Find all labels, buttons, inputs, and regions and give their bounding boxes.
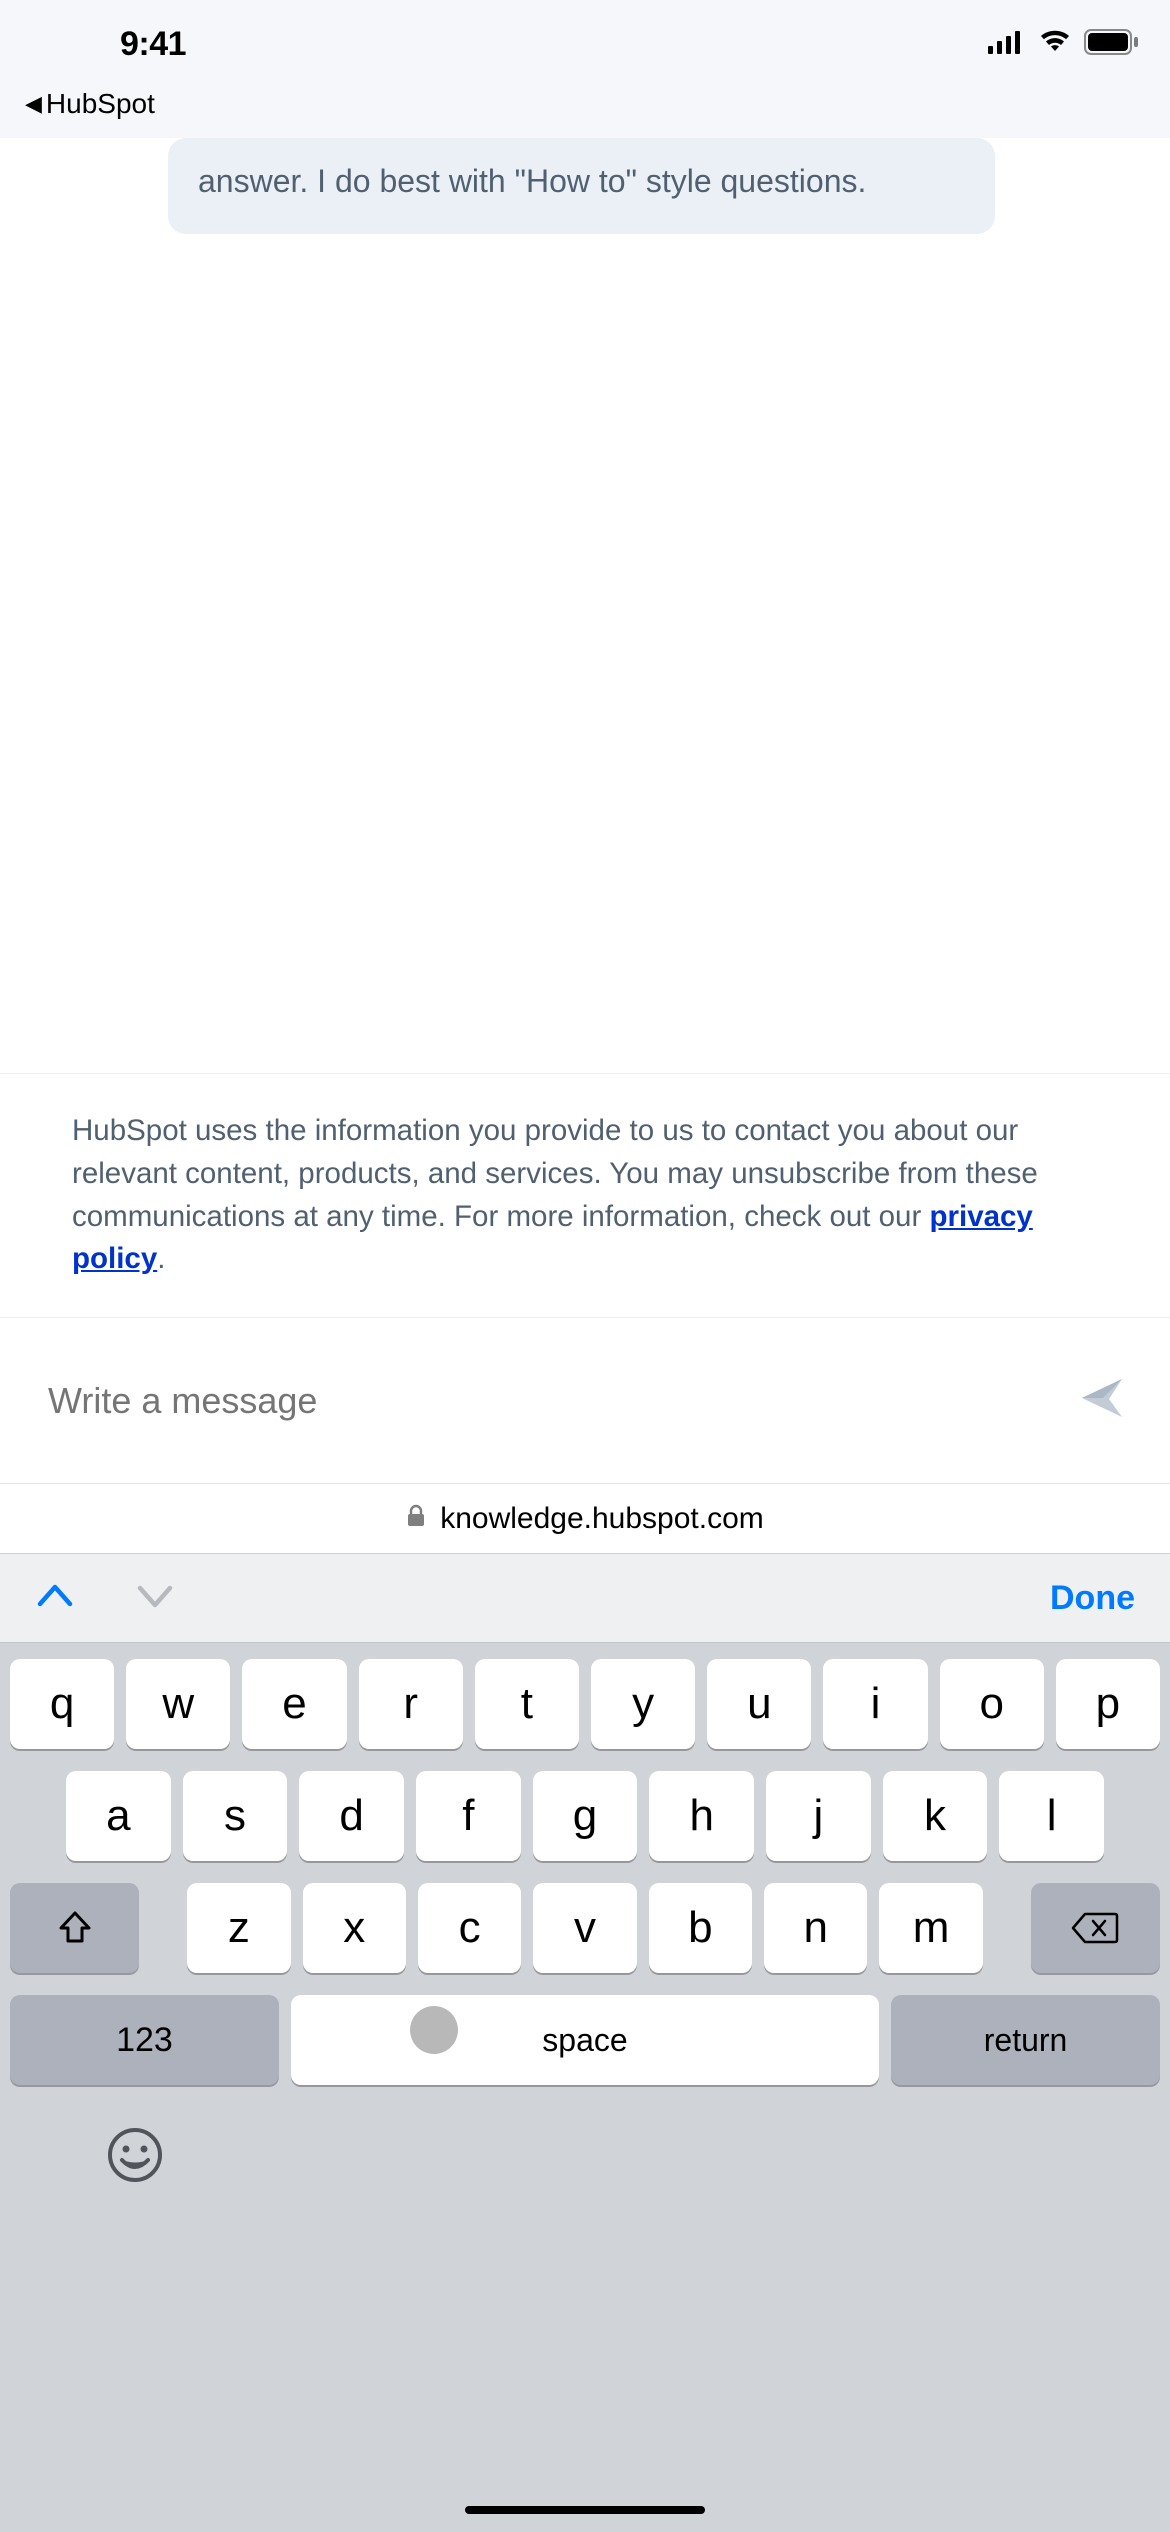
battery-icon [1084,29,1140,60]
disclosure-before: HubSpot uses the information you provide… [72,1114,1038,1233]
keyboard-row-4: 123 space return [10,1995,1160,2085]
keyboard-row-1: q w e r t y u i o p [10,1659,1160,1749]
key-return[interactable]: return [891,1995,1160,2085]
key-w[interactable]: w [126,1659,230,1749]
key-space[interactable]: space [291,1995,879,2085]
key-backspace[interactable] [1031,1883,1160,1973]
cellular-icon [988,30,1026,59]
back-to-app[interactable]: ◀ HubSpot [25,88,155,120]
key-q[interactable]: q [10,1659,114,1749]
key-f[interactable]: f [416,1771,521,1861]
key-k[interactable]: k [883,1771,988,1861]
key-t[interactable]: t [475,1659,579,1749]
status-bar: 9:41 [0,0,1170,88]
status-indicators [988,29,1140,60]
key-p[interactable]: p [1056,1659,1160,1749]
key-h[interactable]: h [649,1771,754,1861]
wifi-icon [1038,30,1072,59]
disclosure-text: HubSpot uses the information you provide… [0,1073,1170,1318]
keyboard-bottom-row [10,2107,1160,2257]
field-nav [35,1582,175,1615]
key-g[interactable]: g [533,1771,638,1861]
next-field-button[interactable] [135,1582,175,1615]
emoji-button[interactable] [105,2125,165,2185]
key-r[interactable]: r [359,1659,463,1749]
keyboard-row-2: a s d f g h j k l [10,1771,1160,1861]
composer [0,1318,1170,1483]
address-bar[interactable]: knowledge.hubspot.com [0,1483,1170,1553]
bot-message-bubble: answer. I do best with "How to" style qu… [168,138,995,234]
key-e[interactable]: e [242,1659,346,1749]
disclosure-after: . [157,1242,165,1275]
key-v[interactable]: v [533,1883,636,1973]
key-a[interactable]: a [66,1771,171,1861]
key-x[interactable]: x [303,1883,406,1973]
bot-message-text: answer. I do best with "How to" style qu… [198,163,866,199]
breadcrumb-row: ◀ HubSpot [0,88,1170,138]
url-text: knowledge.hubspot.com [440,1502,764,1536]
key-123[interactable]: 123 [10,1995,279,2085]
keyboard-accessory: Done [0,1553,1170,1643]
status-time: 9:41 [120,25,186,64]
send-icon[interactable] [1079,1375,1125,1426]
key-m[interactable]: m [879,1883,982,1973]
key-c[interactable]: c [418,1883,521,1973]
key-o[interactable]: o [940,1659,1044,1749]
back-label: HubSpot [46,88,155,120]
back-triangle-icon: ◀ [25,91,42,117]
key-y[interactable]: y [591,1659,695,1749]
key-b[interactable]: b [649,1883,752,1973]
home-indicator[interactable] [465,2506,705,2514]
done-button[interactable]: Done [1050,1579,1135,1618]
key-j[interactable]: j [766,1771,871,1861]
prev-field-button[interactable] [35,1582,75,1615]
key-l[interactable]: l [999,1771,1104,1861]
message-input[interactable] [48,1380,1079,1422]
key-s[interactable]: s [183,1771,288,1861]
key-z[interactable]: z [187,1883,290,1973]
keyboard-row-3: z x c v b n m [10,1883,1160,1973]
key-u[interactable]: u [707,1659,811,1749]
touch-indicator [410,2006,458,2054]
key-shift[interactable] [10,1883,139,1973]
key-i[interactable]: i [823,1659,927,1749]
lock-icon [406,1504,426,1533]
key-n[interactable]: n [764,1883,867,1973]
chat-area[interactable]: answer. I do best with "How to" style qu… [0,138,1170,1073]
keyboard: q w e r t y u i o p a s d f g h j k l [0,1643,1170,2532]
key-d[interactable]: d [299,1771,404,1861]
